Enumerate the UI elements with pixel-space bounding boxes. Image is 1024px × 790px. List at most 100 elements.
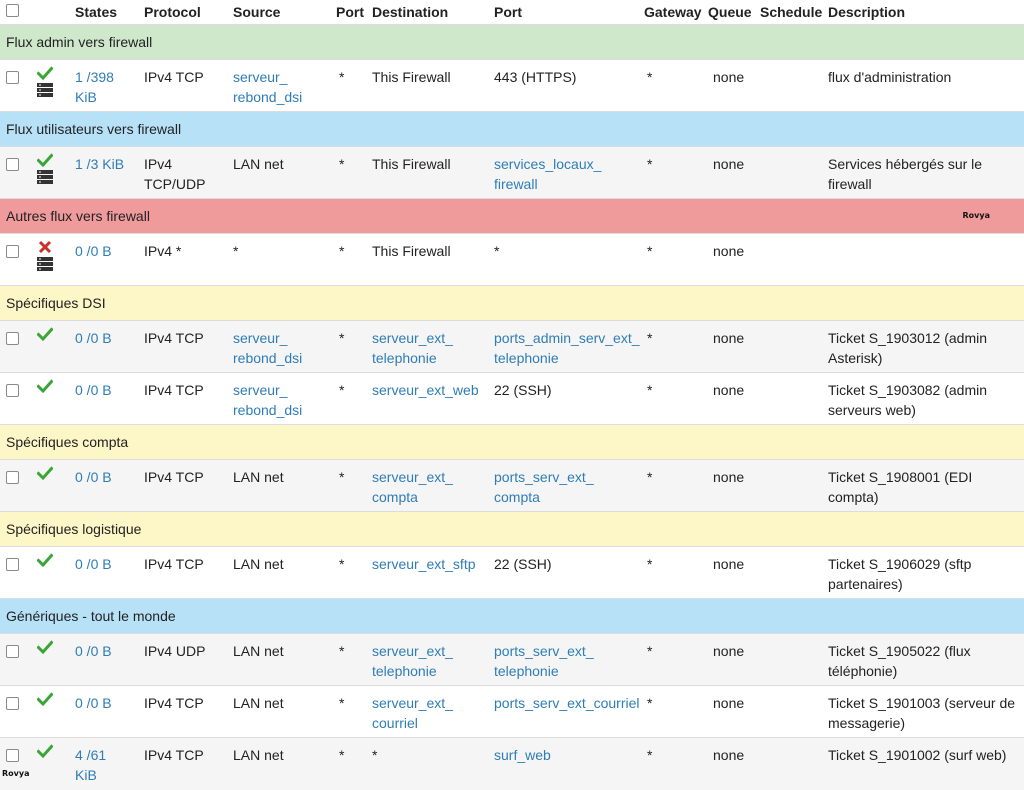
source-line[interactable]: rebond_dsi: [233, 87, 330, 107]
row-checkbox[interactable]: [6, 332, 19, 345]
destination-line[interactable]: serveur_ext_: [372, 641, 488, 661]
source-line[interactable]: serveur_: [233, 380, 330, 400]
row-checkbox[interactable]: [6, 558, 19, 571]
queue-cell: none: [705, 372, 757, 425]
rovya-logo: Rovya: [2, 764, 29, 784]
separator-row[interactable]: Spécifiques compta: [0, 424, 1024, 460]
queue-cell: none: [705, 546, 757, 599]
row-checkbox[interactable]: [6, 384, 19, 397]
destination-line[interactable]: serveur_ext_: [372, 328, 488, 348]
separator-row[interactable]: Spécifiques logistique: [0, 511, 1024, 547]
gateway-header[interactable]: Gateway: [641, 0, 705, 25]
gateway-cell: *: [641, 633, 705, 686]
destination-line[interactable]: serveur_ext_sftp: [372, 554, 488, 574]
source-port-cell: *: [333, 372, 369, 425]
table-row[interactable]: 0 /0 B IPv4 TCP LAN net * serveur_ext_ courri…: [0, 685, 1024, 738]
schedule-header[interactable]: Schedule: [757, 0, 825, 25]
destination-header[interactable]: Destination: [369, 0, 491, 25]
table-row[interactable]: 0 /0 B IPv4 TCP LAN net * serveur_ext_sftp 22…: [0, 546, 1024, 599]
protocol-cell: IPv4 *: [141, 233, 230, 286]
row-checkbox[interactable]: [6, 71, 19, 84]
table-row[interactable]: 1 /3 KiB IPv4 TCP/UDP LAN net * This Firewall…: [0, 146, 1024, 199]
description-header[interactable]: Description: [825, 0, 1024, 25]
select-all-checkbox[interactable]: [6, 4, 19, 17]
source-line[interactable]: serveur_: [233, 67, 330, 87]
queue-cell: none: [705, 633, 757, 686]
source-line[interactable]: rebond_dsi: [233, 400, 330, 420]
table-header: States Protocol Source Port Destination …: [0, 0, 1024, 25]
separator-title: Autres flux vers firewall: [6, 208, 150, 224]
table-row[interactable]: 0 /0 B IPv4 UDP LAN net * serveur_ext_ teleph…: [0, 633, 1024, 686]
separator-row[interactable]: Génériques - tout le monde: [0, 598, 1024, 634]
states-header[interactable]: States: [72, 0, 141, 25]
states-line[interactable]: 0 /0 B: [75, 467, 138, 487]
states-line[interactable]: 1 /398: [75, 67, 138, 87]
source-line[interactable]: serveur_: [233, 328, 330, 348]
protocol-header[interactable]: Protocol: [141, 0, 230, 25]
destination-port-cell: 22 (SSH): [491, 546, 641, 599]
server-log-icon[interactable]: [37, 83, 53, 97]
schedule-cell: [757, 372, 825, 425]
row-checkbox[interactable]: [6, 749, 19, 762]
separator-row[interactable]: Flux utilisateurs vers firewall: [0, 111, 1024, 147]
destination-line: This Firewall: [372, 156, 451, 172]
states-line[interactable]: KiB: [75, 765, 138, 785]
row-select-cell: [0, 320, 34, 373]
destination-port-line[interactable]: ports_serv_ext_courriel: [494, 693, 640, 713]
queue-header[interactable]: Queue: [705, 0, 757, 25]
states-line[interactable]: 0 /0 B: [75, 554, 138, 574]
destination-line[interactable]: compta: [372, 487, 488, 507]
destination-port-line[interactable]: services_locaux_: [494, 154, 638, 174]
states-line[interactable]: 0 /0 B: [75, 693, 138, 713]
protocol-cell: IPv4 UDP: [141, 633, 230, 686]
row-checkbox[interactable]: [6, 697, 19, 710]
destination-port-line[interactable]: ports_admin_serv_ext_: [494, 328, 640, 348]
states-line[interactable]: 0 /0 B: [75, 328, 138, 348]
select-all-header[interactable]: [0, 0, 34, 25]
separator-row[interactable]: Autres flux vers firewall Rovya: [0, 198, 1024, 234]
destination-port-line[interactable]: ports_serv_ext_: [494, 641, 638, 661]
server-log-icon[interactable]: [37, 257, 53, 271]
states-line[interactable]: 4 /61: [75, 745, 138, 765]
description-line: serveurs web): [828, 402, 916, 418]
queue-cell: none: [705, 146, 757, 199]
source-line[interactable]: rebond_dsi: [233, 348, 330, 368]
row-checkbox[interactable]: [6, 245, 19, 258]
destination-line[interactable]: serveur_ext_web: [372, 380, 488, 400]
destination-line[interactable]: serveur_ext_: [372, 693, 488, 713]
description-cell: Ticket S_1901002 (surf web): [825, 737, 1024, 790]
destination-line[interactable]: courriel: [372, 713, 488, 733]
destination-port-header[interactable]: Port: [491, 0, 641, 25]
table-row[interactable]: 0 /0 B IPv4 TCP serveur_ rebond_dsi * serveur…: [0, 320, 1024, 373]
source-header[interactable]: Source: [230, 0, 333, 25]
table-row[interactable]: 0 /0 B IPv4 TCP LAN net * serveur_ext_ compta…: [0, 459, 1024, 512]
separator-row[interactable]: Spécifiques DSI: [0, 285, 1024, 321]
states-line[interactable]: 1 /3 KiB: [75, 154, 138, 174]
states-line[interactable]: KiB: [75, 87, 138, 107]
states-line[interactable]: 0 /0 B: [75, 380, 138, 400]
states-line[interactable]: 0 /0 B: [75, 241, 138, 261]
row-checkbox[interactable]: [6, 158, 19, 171]
states-line[interactable]: 0 /0 B: [75, 641, 138, 661]
destination-port-line[interactable]: surf_web: [494, 745, 638, 765]
source-cell: LAN net: [230, 633, 333, 686]
destination-port-line[interactable]: compta: [494, 487, 638, 507]
row-checkbox[interactable]: [6, 471, 19, 484]
table-row[interactable]: 0 /0 B IPv4 * * * This Firewall * * none: [0, 233, 1024, 286]
table-row[interactable]: 1 /398 KiB IPv4 TCP serveur_ rebond_dsi * This…: [0, 59, 1024, 112]
server-log-icon[interactable]: [37, 170, 53, 184]
source-port-header[interactable]: Port: [333, 0, 369, 25]
status-cell: [34, 320, 72, 373]
row-checkbox[interactable]: [6, 645, 19, 658]
destination-port-line[interactable]: telephonie: [494, 348, 638, 368]
row-select-cell: [0, 685, 34, 738]
destination-port-line[interactable]: firewall: [494, 174, 638, 194]
destination-port-line[interactable]: telephonie: [494, 661, 638, 681]
destination-port-line[interactable]: ports_serv_ext_: [494, 467, 638, 487]
table-row[interactable]: Rovya 4 /61 KiB IPv4 TCP LAN net * * surf_web * n…: [0, 737, 1024, 790]
destination-line[interactable]: telephonie: [372, 348, 488, 368]
separator-row[interactable]: Flux admin vers firewall: [0, 24, 1024, 60]
destination-line[interactable]: telephonie: [372, 661, 488, 681]
destination-line[interactable]: serveur_ext_: [372, 467, 488, 487]
table-row[interactable]: 0 /0 B IPv4 TCP serveur_ rebond_dsi * serveur…: [0, 372, 1024, 425]
